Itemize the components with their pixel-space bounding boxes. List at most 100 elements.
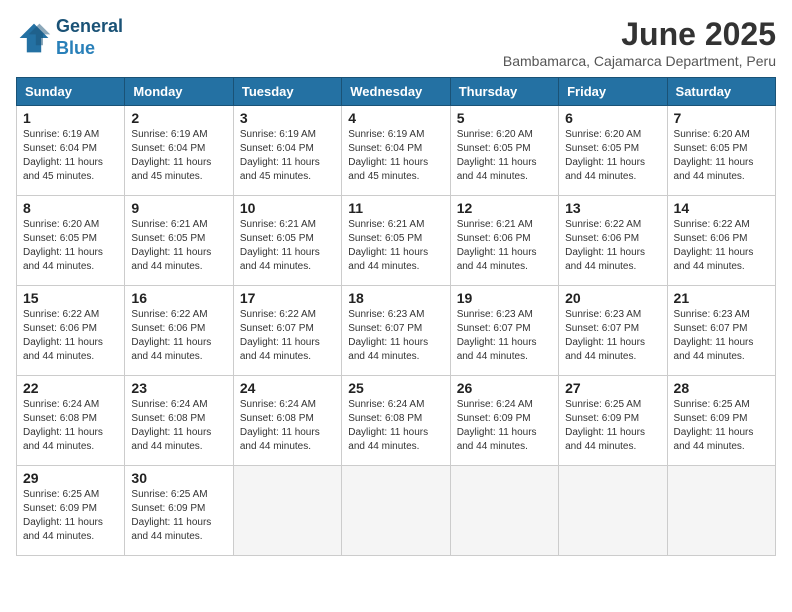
week-row-4: 22 Sunrise: 6:24 AMSunset: 6:08 PMDayligh… — [17, 376, 776, 466]
day-info: Sunrise: 6:21 AMSunset: 6:06 PMDaylight:… — [457, 218, 552, 274]
day-info: Sunrise: 6:24 AMSunset: 6:08 PMDaylight:… — [23, 398, 118, 454]
calendar-cell: 26 Sunrise: 6:24 AMSunset: 6:09 PMDayligh… — [450, 376, 558, 466]
calendar-cell: 3 Sunrise: 6:19 AMSunset: 6:04 PMDaylight… — [233, 106, 341, 196]
day-number: 1 — [23, 110, 118, 126]
calendar-cell — [667, 466, 775, 556]
day-info: Sunrise: 6:22 AMSunset: 6:06 PMDaylight:… — [674, 218, 769, 274]
day-number: 27 — [565, 380, 660, 396]
logo-icon — [16, 20, 52, 56]
day-number: 15 — [23, 290, 118, 306]
header-day-saturday: Saturday — [667, 78, 775, 106]
day-number: 4 — [348, 110, 443, 126]
day-number: 9 — [131, 200, 226, 216]
day-number: 19 — [457, 290, 552, 306]
day-info: Sunrise: 6:19 AMSunset: 6:04 PMDaylight:… — [348, 128, 443, 184]
day-number: 17 — [240, 290, 335, 306]
day-number: 6 — [565, 110, 660, 126]
calendar-cell: 12Sunrise: 6:21 AMSunset: 6:06 PMDayligh… — [450, 196, 558, 286]
day-number: 7 — [674, 110, 769, 126]
day-info: Sunrise: 6:22 AMSunset: 6:06 PMDaylight:… — [23, 308, 118, 364]
day-number: 5 — [457, 110, 552, 126]
calendar-cell: 6 Sunrise: 6:20 AMSunset: 6:05 PMDaylight… — [559, 106, 667, 196]
day-info: Sunrise: 6:20 AMSunset: 6:05 PMDaylight:… — [23, 218, 118, 274]
week-row-5: 29Sunrise: 6:25 AMSunset: 6:09 PMDayligh… — [17, 466, 776, 556]
day-number: 26 — [457, 380, 552, 396]
calendar-cell: 25 Sunrise: 6:24 AMSunset: 6:08 PMDayligh… — [342, 376, 450, 466]
day-info: Sunrise: 6:22 AMSunset: 6:06 PMDaylight:… — [565, 218, 660, 274]
header-day-thursday: Thursday — [450, 78, 558, 106]
day-number: 13 — [565, 200, 660, 216]
day-number: 14 — [674, 200, 769, 216]
day-number: 24 — [240, 380, 335, 396]
calendar-cell: 20 Sunrise: 6:23 AMSunset: 6:07 PMDayligh… — [559, 286, 667, 376]
calendar-cell: 9 Sunrise: 6:21 AMSunset: 6:05 PMDaylight… — [125, 196, 233, 286]
calendar-cell: 28 Sunrise: 6:25 AMSunset: 6:09 PMDayligh… — [667, 376, 775, 466]
day-info: Sunrise: 6:21 AMSunset: 6:05 PMDaylight:… — [131, 218, 226, 274]
day-info: Sunrise: 6:23 AMSunset: 6:07 PMDaylight:… — [348, 308, 443, 364]
header-day-wednesday: Wednesday — [342, 78, 450, 106]
day-info: Sunrise: 6:23 AMSunset: 6:07 PMDaylight:… — [565, 308, 660, 364]
day-number: 8 — [23, 200, 118, 216]
day-info: Sunrise: 6:20 AMSunset: 6:05 PMDaylight:… — [674, 128, 769, 184]
day-number: 25 — [348, 380, 443, 396]
calendar-cell: 30Sunrise: 6:25 AMSunset: 6:09 PMDayligh… — [125, 466, 233, 556]
day-info: Sunrise: 6:24 AMSunset: 6:09 PMDaylight:… — [457, 398, 552, 454]
header-day-friday: Friday — [559, 78, 667, 106]
day-info: Sunrise: 6:25 AMSunset: 6:09 PMDaylight:… — [23, 488, 118, 544]
calendar-cell: 27 Sunrise: 6:25 AMSunset: 6:09 PMDayligh… — [559, 376, 667, 466]
day-info: Sunrise: 6:19 AMSunset: 6:04 PMDaylight:… — [131, 128, 226, 184]
day-info: Sunrise: 6:21 AMSunset: 6:05 PMDaylight:… — [348, 218, 443, 274]
calendar-cell — [559, 466, 667, 556]
header-day-sunday: Sunday — [17, 78, 125, 106]
day-info: Sunrise: 6:24 AMSunset: 6:08 PMDaylight:… — [240, 398, 335, 454]
logo-text: General Blue — [56, 16, 123, 59]
day-number: 2 — [131, 110, 226, 126]
month-title: June 2025 — [503, 16, 776, 53]
calendar-cell: 24 Sunrise: 6:24 AMSunset: 6:08 PMDayligh… — [233, 376, 341, 466]
day-number: 16 — [131, 290, 226, 306]
day-number: 11 — [348, 200, 443, 216]
calendar-cell: 22 Sunrise: 6:24 AMSunset: 6:08 PMDayligh… — [17, 376, 125, 466]
calendar-cell: 13 Sunrise: 6:22 AMSunset: 6:06 PMDayligh… — [559, 196, 667, 286]
day-info: Sunrise: 6:25 AMSunset: 6:09 PMDaylight:… — [674, 398, 769, 454]
calendar-cell: 17Sunrise: 6:22 AMSunset: 6:07 PMDayligh… — [233, 286, 341, 376]
day-info: Sunrise: 6:24 AMSunset: 6:08 PMDaylight:… — [131, 398, 226, 454]
calendar-cell: 19Sunrise: 6:23 AMSunset: 6:07 PMDayligh… — [450, 286, 558, 376]
day-number: 20 — [565, 290, 660, 306]
location-subtitle: Bambamarca, Cajamarca Department, Peru — [503, 53, 776, 69]
header-day-monday: Monday — [125, 78, 233, 106]
calendar-cell: 18 Sunrise: 6:23 AMSunset: 6:07 PMDayligh… — [342, 286, 450, 376]
calendar-cell: 11 Sunrise: 6:21 AMSunset: 6:05 PMDayligh… — [342, 196, 450, 286]
calendar-cell: 4 Sunrise: 6:19 AMSunset: 6:04 PMDaylight… — [342, 106, 450, 196]
calendar-cell: 21 Sunrise: 6:23 AMSunset: 6:07 PMDayligh… — [667, 286, 775, 376]
day-info: Sunrise: 6:25 AMSunset: 6:09 PMDaylight:… — [565, 398, 660, 454]
day-info: Sunrise: 6:25 AMSunset: 6:09 PMDaylight:… — [131, 488, 226, 544]
day-number: 3 — [240, 110, 335, 126]
day-number: 22 — [23, 380, 118, 396]
header-day-tuesday: Tuesday — [233, 78, 341, 106]
day-number: 28 — [674, 380, 769, 396]
day-info: Sunrise: 6:23 AMSunset: 6:07 PMDaylight:… — [674, 308, 769, 364]
calendar-cell: 14 Sunrise: 6:22 AMSunset: 6:06 PMDayligh… — [667, 196, 775, 286]
day-info: Sunrise: 6:20 AMSunset: 6:05 PMDaylight:… — [565, 128, 660, 184]
calendar-cell — [342, 466, 450, 556]
week-row-1: 1 Sunrise: 6:19 AMSunset: 6:04 PMDaylight… — [17, 106, 776, 196]
day-number: 23 — [131, 380, 226, 396]
day-info: Sunrise: 6:21 AMSunset: 6:05 PMDaylight:… — [240, 218, 335, 274]
week-row-3: 15 Sunrise: 6:22 AMSunset: 6:06 PMDayligh… — [17, 286, 776, 376]
calendar-cell: 15 Sunrise: 6:22 AMSunset: 6:06 PMDayligh… — [17, 286, 125, 376]
calendar-table: SundayMondayTuesdayWednesdayThursdayFrid… — [16, 77, 776, 556]
day-info: Sunrise: 6:24 AMSunset: 6:08 PMDaylight:… — [348, 398, 443, 454]
day-info: Sunrise: 6:20 AMSunset: 6:05 PMDaylight:… — [457, 128, 552, 184]
calendar-cell — [233, 466, 341, 556]
calendar-cell: 29Sunrise: 6:25 AMSunset: 6:09 PMDayligh… — [17, 466, 125, 556]
day-info: Sunrise: 6:19 AMSunset: 6:04 PMDaylight:… — [240, 128, 335, 184]
calendar-cell: 8 Sunrise: 6:20 AMSunset: 6:05 PMDaylight… — [17, 196, 125, 286]
calendar-cell: 23 Sunrise: 6:24 AMSunset: 6:08 PMDayligh… — [125, 376, 233, 466]
calendar-cell: 7 Sunrise: 6:20 AMSunset: 6:05 PMDaylight… — [667, 106, 775, 196]
day-number: 18 — [348, 290, 443, 306]
calendar-cell — [450, 466, 558, 556]
calendar-cell: 10Sunrise: 6:21 AMSunset: 6:05 PMDayligh… — [233, 196, 341, 286]
calendar-cell: 1Sunrise: 6:19 AMSunset: 6:04 PMDaylight… — [17, 106, 125, 196]
day-number: 21 — [674, 290, 769, 306]
